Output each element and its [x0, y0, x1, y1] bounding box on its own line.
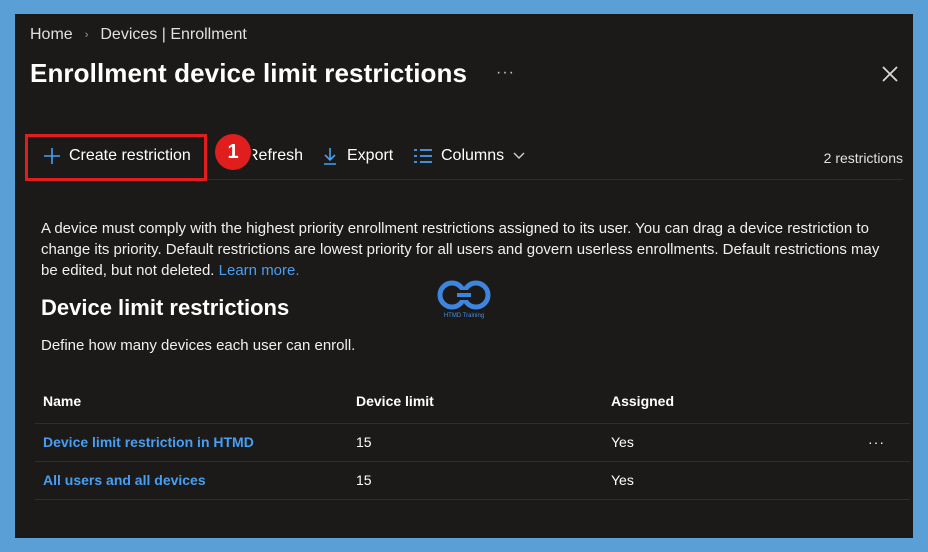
- restriction-name-link[interactable]: All users and all devices: [43, 472, 206, 488]
- restrictions-table: Name Device limit Assigned Device limit …: [35, 384, 910, 500]
- breadcrumb-current[interactable]: Devices | Enrollment: [100, 26, 246, 44]
- command-bar: Create restriction Refresh Export Column…: [25, 134, 903, 181]
- column-header-name[interactable]: Name: [43, 393, 81, 409]
- assigned-cell: Yes: [611, 472, 634, 488]
- annotation-step-badge: 1: [215, 134, 251, 170]
- more-options-button[interactable]: ···: [496, 64, 515, 82]
- section-subtitle: Define how many devices each user can en…: [41, 337, 356, 354]
- description-text: A device must comply with the highest pr…: [41, 218, 891, 281]
- breadcrumb: Home › Devices | Enrollment: [30, 26, 247, 44]
- htmd-logo-icon: [437, 280, 491, 310]
- restriction-count: 2 restrictions: [823, 150, 903, 166]
- export-button[interactable]: Export: [321, 147, 393, 165]
- columns-button[interactable]: Columns: [413, 147, 526, 165]
- blade-panel: Home › Devices | Enrollment Enrollment d…: [15, 14, 913, 538]
- annotation-highlight-box: [25, 134, 207, 181]
- chevron-down-icon: [513, 152, 525, 159]
- device-limit-cell: 15: [356, 434, 372, 450]
- assigned-cell: Yes: [611, 434, 634, 450]
- breadcrumb-home[interactable]: Home: [30, 26, 73, 44]
- close-icon: [882, 66, 898, 82]
- page-title: Enrollment device limit restrictions: [30, 58, 468, 88]
- table-row[interactable]: Device limit restriction in HTMD 15 Yes …: [35, 424, 910, 462]
- row-more-options-button[interactable]: ···: [868, 434, 885, 450]
- section-title: Device limit restrictions: [41, 295, 290, 320]
- columns-icon: [414, 149, 432, 163]
- download-icon: [324, 148, 336, 165]
- htmd-watermark: HTMD Training: [433, 278, 495, 324]
- learn-more-link[interactable]: Learn more.: [219, 262, 300, 279]
- columns-label: Columns: [441, 147, 505, 164]
- close-button[interactable]: [877, 61, 903, 87]
- table-header: Name Device limit Assigned: [35, 384, 910, 424]
- chevron-right-icon: ›: [84, 29, 89, 41]
- refresh-label: Refresh: [247, 147, 304, 164]
- column-header-device-limit[interactable]: Device limit: [356, 393, 434, 409]
- device-limit-cell: 15: [356, 472, 372, 488]
- column-header-assigned[interactable]: Assigned: [611, 393, 674, 409]
- watermark-text: HTMD Training: [443, 313, 485, 319]
- description-body: A device must comply with the highest pr…: [41, 220, 880, 279]
- table-row[interactable]: All users and all devices 15 Yes: [35, 462, 910, 500]
- export-label: Export: [347, 147, 394, 164]
- restriction-name-link[interactable]: Device limit restriction in HTMD: [43, 434, 254, 450]
